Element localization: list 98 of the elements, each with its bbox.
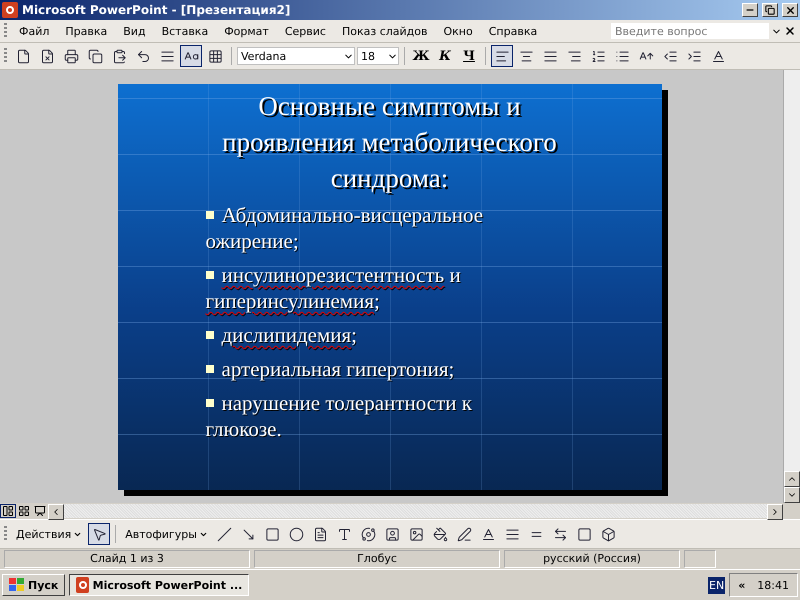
vertical-scrollbar[interactable] (783, 70, 800, 503)
menu-item[interactable]: Вставка (154, 22, 216, 40)
undo-icon (136, 48, 150, 64)
font-name-field[interactable]: Verdana (237, 47, 355, 65)
slide-sorter-icon (18, 505, 30, 517)
actions-menu-button[interactable]: Действия (12, 528, 86, 540)
horizontal-scrollbar[interactable] (48, 504, 783, 518)
double-arrow-icon (553, 526, 568, 542)
align-right-icon (566, 48, 582, 64)
square-bullet-icon (206, 271, 214, 279)
letter-icon (337, 526, 352, 542)
diagram-icon (361, 526, 376, 542)
pen-icon (457, 526, 472, 542)
font-name-text: Verdana (241, 50, 286, 62)
indent-icon (686, 48, 702, 64)
start-button[interactable]: Пуск (2, 574, 66, 596)
restore-icon (765, 5, 775, 15)
blank-page-icon (16, 48, 30, 64)
arrow-icon (241, 526, 256, 542)
line-icon (217, 526, 232, 542)
slide-sorter-button[interactable] (16, 504, 32, 518)
bullet-text: артериальная гипертония; (206, 356, 538, 382)
menu-item[interactable]: Вид (116, 22, 153, 40)
scroll-down-button[interactable] (784, 487, 800, 503)
text-box-icon (313, 526, 328, 542)
square-bullet-icon (206, 211, 214, 219)
status-language: русский (Россия) (504, 550, 680, 568)
taskbar-app-button[interactable]: Microsoft PowerPoint ... (69, 574, 250, 596)
square-bullet-icon (206, 331, 214, 339)
menu-item[interactable]: Справка (482, 22, 544, 40)
app-icon (2, 2, 18, 18)
outdent-icon (662, 48, 678, 64)
menu-item[interactable]: Правка (58, 22, 114, 40)
close-icon[interactable] (784, 25, 796, 37)
close-button[interactable] (782, 3, 798, 17)
page-stop-icon (40, 48, 54, 64)
numbered-list-icon (590, 48, 606, 64)
italic-button[interactable]: К (434, 45, 456, 67)
oval-icon (289, 526, 304, 542)
status-slide-number: Слайд 1 из 3 (4, 550, 250, 568)
grid-icon (208, 48, 222, 64)
app-icon (76, 577, 89, 593)
justify-icon (542, 48, 558, 64)
menu-item[interactable]: Формат (217, 22, 276, 40)
slide-show-button[interactable] (32, 504, 48, 518)
language-indicator[interactable]: EN (708, 576, 726, 594)
font-size-text: 18 (361, 50, 375, 62)
pointer-icon (92, 526, 107, 542)
scroll-right-button[interactable] (767, 504, 783, 520)
text-format-button[interactable] (180, 45, 202, 67)
status-panel (684, 550, 716, 568)
bullet-text: Абдоминально-висцеральное ожирение; (206, 202, 484, 254)
scroll-left-button[interactable] (48, 504, 64, 520)
copy-icon (88, 48, 102, 64)
cube-icon (601, 526, 616, 542)
underline-button[interactable]: Ч (458, 45, 480, 67)
font-color-icon (481, 526, 496, 542)
line-style-icon (505, 526, 520, 542)
status-design-name: Глобус (254, 550, 500, 568)
align-left-button[interactable] (491, 45, 513, 67)
bullet-text: нарушение толерантности к глюкозе. (206, 390, 473, 442)
menu-item[interactable]: Показ слайдов (334, 22, 434, 40)
rectangle-icon (265, 526, 280, 542)
tray-toggle-button[interactable]: « (738, 578, 746, 592)
printer-icon (64, 48, 78, 64)
align-center-icon (518, 48, 534, 64)
help-search-field[interactable]: Введите вопрос (611, 23, 769, 39)
picture-icon (409, 526, 424, 542)
clock: 18:41 (757, 578, 789, 592)
slide-title: Основные симптомы и проявления метаболического синдрома: (221, 90, 558, 195)
bullet-text: дислипидемия; (206, 322, 538, 348)
normal-view-button[interactable] (0, 504, 16, 518)
restore-button[interactable] (762, 3, 778, 17)
square-bullet-icon (206, 365, 214, 373)
shadow-square-icon (577, 526, 592, 542)
menu-item[interactable]: Сервис (278, 22, 333, 40)
close-icon (784, 4, 796, 16)
bold-button[interactable]: Ж (410, 45, 432, 67)
square-bullet-icon (206, 399, 214, 407)
bullet-list-icon (614, 48, 630, 64)
font-size-field[interactable]: 18 (357, 47, 399, 65)
paste-icon (112, 48, 126, 64)
lines-icon (160, 48, 174, 64)
pointer-button[interactable] (88, 523, 110, 545)
menu-item[interactable]: Окно (436, 22, 480, 40)
menu-item[interactable]: Файл (12, 22, 56, 40)
windows-flag-icon (9, 578, 25, 592)
autoshapes-menu-button[interactable]: Автофигуры (121, 528, 212, 540)
minimize-button[interactable] (742, 3, 758, 17)
normal-view-icon (2, 505, 14, 517)
align-left-icon (494, 48, 510, 64)
window-title: Microsoft PowerPoint - [Презентация2] (22, 3, 292, 17)
scroll-up-button[interactable] (784, 471, 800, 487)
bullet-text: инсулинорезистентность и гиперинсулинемия; (206, 262, 462, 314)
clip-art-icon (385, 526, 400, 542)
paint-bucket-icon (433, 526, 448, 542)
font-color-icon (710, 48, 726, 64)
slide-show-icon (34, 505, 46, 517)
